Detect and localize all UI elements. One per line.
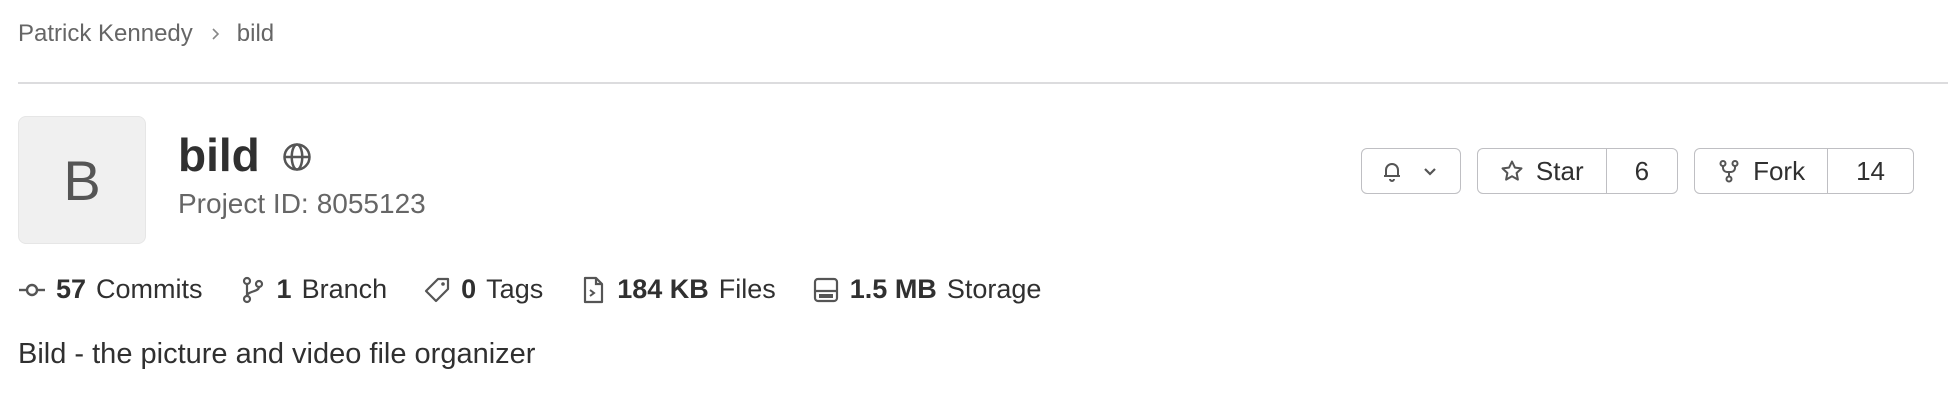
project-stats: 57 Commits 1 Branch 0 Tags 184 KB Files … xyxy=(18,274,1041,305)
star-button[interactable]: Star xyxy=(1478,149,1606,193)
avatar-letter: B xyxy=(63,148,101,212)
globe-icon xyxy=(282,142,312,172)
project-id-value: 8055123 xyxy=(316,188,426,219)
stat-storage-size: 1.5 MB xyxy=(849,274,937,304)
stat-commits-label: Commits xyxy=(96,274,203,304)
star-icon xyxy=(1500,159,1524,183)
star-count[interactable]: 6 xyxy=(1605,149,1677,193)
stat-commits[interactable]: 57 Commits xyxy=(18,274,203,305)
project-title-row: bild xyxy=(178,128,312,182)
tag-icon xyxy=(423,276,451,304)
stat-files-label: Files xyxy=(718,274,776,304)
notification-button[interactable] xyxy=(1362,149,1460,193)
fork-button-group: Fork 14 xyxy=(1694,148,1914,194)
stat-tags-label: Tags xyxy=(486,274,544,304)
project-description: Bild - the picture and video file organi… xyxy=(18,338,536,370)
chevron-down-icon xyxy=(1418,159,1442,183)
stat-files-size: 184 KB xyxy=(617,274,709,304)
project-id: Project ID: 8055123 xyxy=(178,188,426,220)
stat-commits-count: 57 xyxy=(56,274,87,304)
header-divider xyxy=(18,82,1948,84)
project-avatar[interactable]: B xyxy=(18,116,146,244)
breadcrumb-owner-link[interactable]: Patrick Kennedy xyxy=(18,20,193,48)
stat-storage-label: Storage xyxy=(946,274,1042,304)
project-actions: Star 6 Fork 14 xyxy=(1360,148,1914,194)
file-icon xyxy=(579,276,607,304)
project-id-label: Project ID: xyxy=(178,188,309,219)
storage-icon xyxy=(812,276,840,304)
stat-tags-count: 0 xyxy=(461,274,477,304)
project-title: bild xyxy=(178,129,260,181)
stat-tags[interactable]: 0 Tags xyxy=(423,274,543,305)
commit-icon xyxy=(18,276,46,304)
stat-storage[interactable]: 1.5 MB Storage xyxy=(812,274,1042,305)
fork-count[interactable]: 14 xyxy=(1827,149,1913,193)
fork-button[interactable]: Fork xyxy=(1695,149,1827,193)
bell-icon xyxy=(1380,159,1404,183)
fork-label: Fork xyxy=(1753,155,1806,186)
notification-dropdown[interactable] xyxy=(1360,148,1461,194)
stat-files[interactable]: 184 KB Files xyxy=(579,274,776,305)
stat-branches-label: Branch xyxy=(301,274,388,304)
star-button-group: Star 6 xyxy=(1476,148,1679,194)
stat-branches[interactable]: 1 Branch xyxy=(239,274,388,305)
project-page: Patrick Kennedy bild B bild Project ID: … xyxy=(0,0,1954,402)
chevron-right-icon xyxy=(207,26,223,42)
fork-icon xyxy=(1717,159,1741,183)
stat-branches-count: 1 xyxy=(276,274,292,304)
star-label: Star xyxy=(1535,155,1584,186)
breadcrumb: Patrick Kennedy bild xyxy=(18,18,274,50)
branch-icon xyxy=(239,276,267,304)
breadcrumb-project-link[interactable]: bild xyxy=(237,20,274,48)
